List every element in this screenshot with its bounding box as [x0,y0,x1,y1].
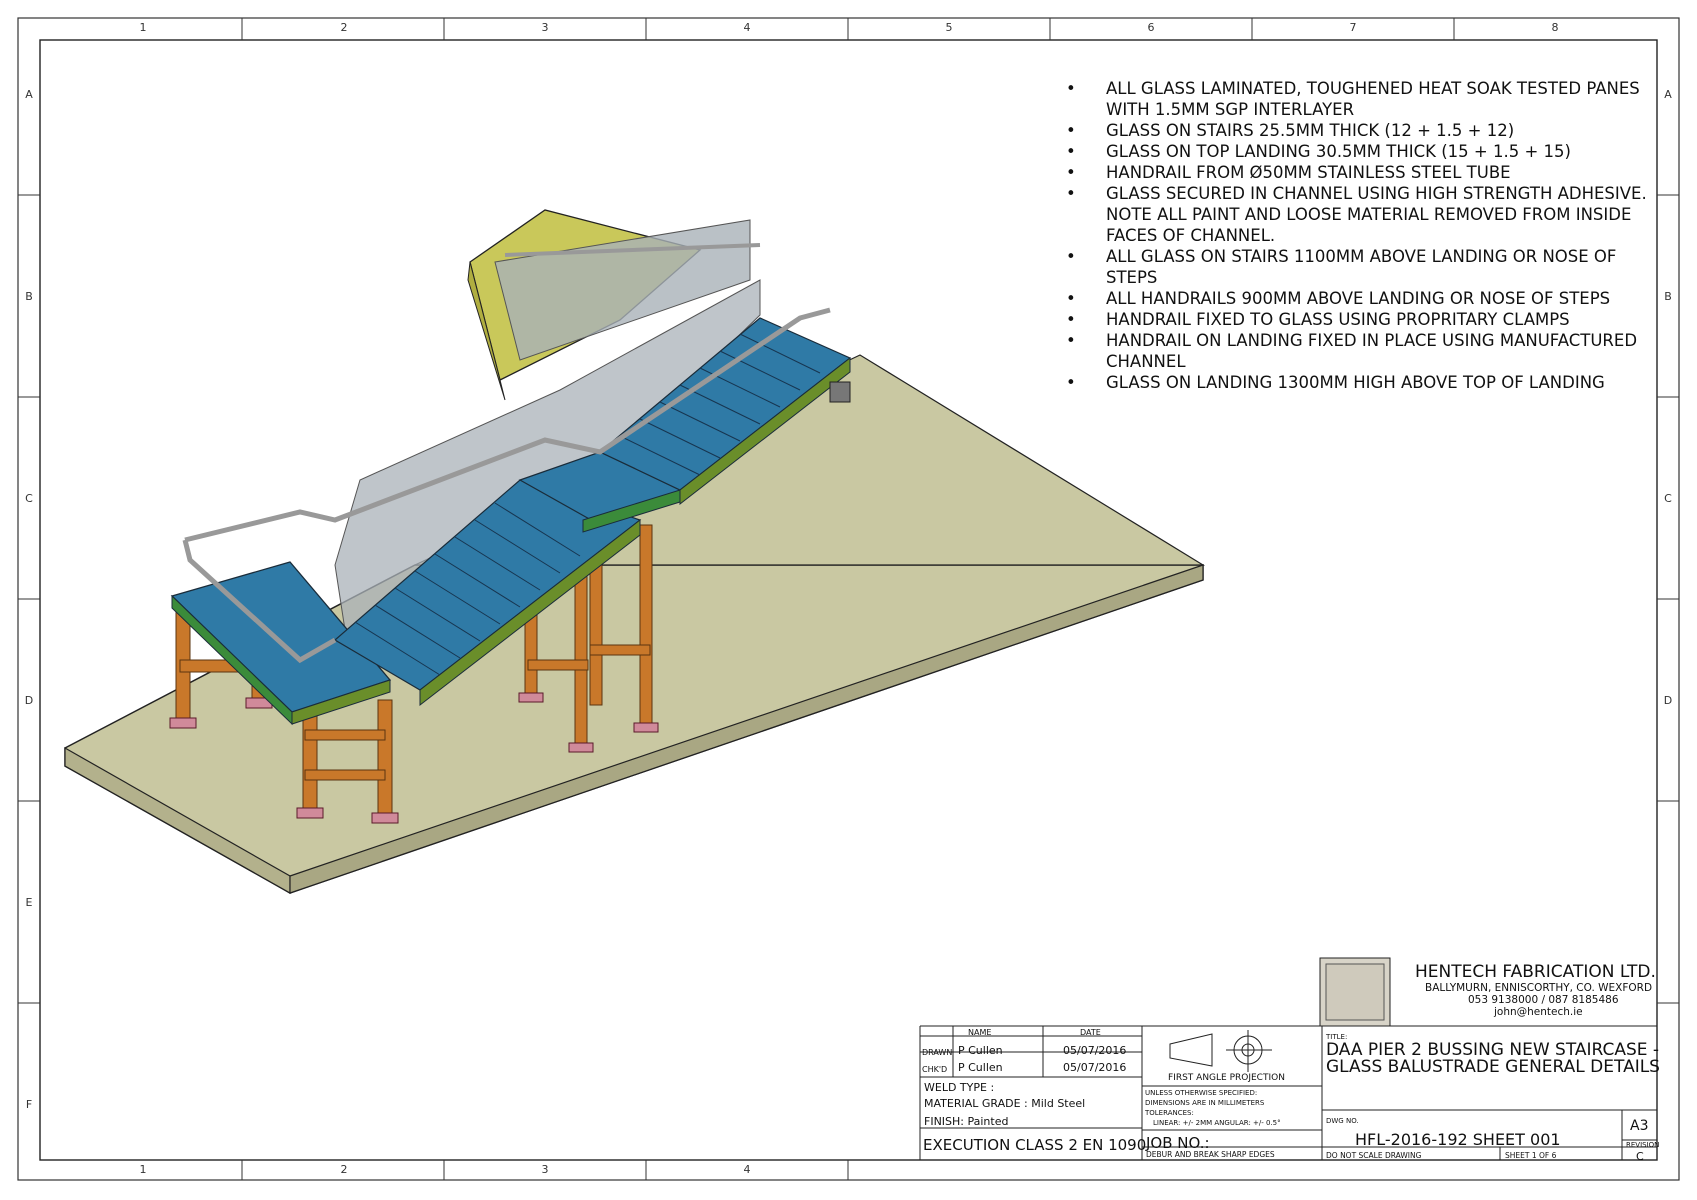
revision: C [1636,1150,1644,1163]
material-grade: MATERIAL GRADE : Mild Steel [924,1097,1086,1110]
sheet-number: SHEET 1 OF 6 [1505,1151,1557,1160]
dwg-no: HFL-2016-192 SHEET 001 [1355,1130,1561,1149]
zone-col-8: 8 [1551,21,1559,34]
zone-col-5: 5 [945,21,953,34]
staircase-drawing [64,209,1206,895]
finish: FINISH: Painted [924,1115,1009,1128]
note-item: GLASS ON TOP LANDING 30.5MM THICK (15 + … [1060,141,1660,162]
debur-note: DEBUR AND BREAK SHARP EDGES [1146,1150,1275,1159]
checked-date: 05/07/2016 [1063,1061,1127,1074]
note-item: ALL GLASS ON STAIRS 1100MM ABOVE LANDING… [1060,246,1660,288]
zone-row-f: F [25,1098,33,1111]
dims-note: DIMENSIONS ARE IN MILLIMETERS [1145,1099,1265,1107]
note-item: HANDRAIL FIXED TO GLASS USING PROPRITARY… [1060,309,1660,330]
note-item: HANDRAIL FROM Ø50MM STAINLESS STEEL TUBE [1060,162,1660,183]
zone-row-e: E [25,896,33,909]
zone-row-a-right: A [1664,88,1672,101]
execution-class: EXECUTION CLASS 2 EN 1090 [923,1136,1147,1154]
company-phone: 053 9138000 / 087 8185486 [1468,994,1619,1006]
tolerances: LINEAR: +/- 2MM ANGULAR: +/- 0.5° [1153,1119,1281,1127]
company-name: HENTECH FABRICATION LTD. [1415,962,1656,982]
zone-row-d-right: D [1663,694,1673,707]
company-email: john@hentech.ie [1494,1006,1583,1018]
weld-type: WELD TYPE : [924,1081,995,1094]
zone-row-d: D [24,694,34,707]
note-item: ALL HANDRAILS 900MM ABOVE LANDING OR NOS… [1060,288,1660,309]
zone-col-7: 7 [1349,21,1357,34]
drawn-name: P Cullen [958,1044,1003,1057]
zone-col-1: 1 [139,21,147,34]
note-item: ALL GLASS LAMINATED, TOUGHENED HEAT SOAK… [1060,78,1660,120]
sheet-size: A3 [1630,1118,1649,1134]
checked-name: P Cullen [958,1061,1003,1074]
drawn-label: DRAWN [922,1048,953,1057]
tolerances-label: TOLERANCES: [1145,1109,1194,1117]
company-address: BALLYMURN, ENNISCORTHY, CO. WEXFORD [1425,982,1653,994]
general-notes: ALL GLASS LAMINATED, TOUGHENED HEAT SOAK… [1060,78,1660,393]
zone-col-1-bottom: 1 [139,1163,147,1176]
projection-label: FIRST ANGLE PROJECTION [1168,1073,1285,1083]
zone-col-2: 2 [340,21,348,34]
zone-row-c-right: C [1664,492,1672,505]
note-item: GLASS ON LANDING 1300MM HIGH ABOVE TOP O… [1060,372,1660,393]
zone-row-a: A [25,88,33,101]
unless-note: UNLESS OTHERWISE SPECIFIED: [1145,1089,1258,1097]
zone-col-4: 4 [743,21,751,34]
zone-col-2-bottom: 2 [340,1163,348,1176]
note-item: HANDRAIL ON LANDING FIXED IN PLACE USING… [1060,330,1660,372]
col-name-header: NAME [968,1028,992,1037]
col-date-header: DATE [1080,1028,1101,1037]
zone-row-b: B [25,290,33,303]
first-angle-projection-symbol [1169,1030,1272,1072]
scale-note: DO NOT SCALE DRAWING [1326,1151,1422,1160]
revision-label: REVISION [1626,1141,1660,1149]
zone-col-6: 6 [1147,21,1155,34]
zone-row-c: C [25,492,33,505]
zone-col-3: 3 [541,21,549,34]
checked-label: CHK'D [922,1065,948,1074]
zone-row-b-right: B [1664,290,1672,303]
dwg-no-label: DWG NO. [1326,1117,1359,1125]
zone-col-3-bottom: 3 [541,1163,549,1176]
note-item: GLASS ON STAIRS 25.5MM THICK (12 + 1.5 +… [1060,120,1660,141]
zone-col-4-bottom: 4 [743,1163,751,1176]
note-item: GLASS SECURED IN CHANNEL USING HIGH STRE… [1060,183,1660,246]
drawing-title: DAA PIER 2 BUSSING NEW STAIRCASE - GLASS… [1326,1040,1660,1077]
drawn-date: 05/07/2016 [1063,1044,1127,1057]
